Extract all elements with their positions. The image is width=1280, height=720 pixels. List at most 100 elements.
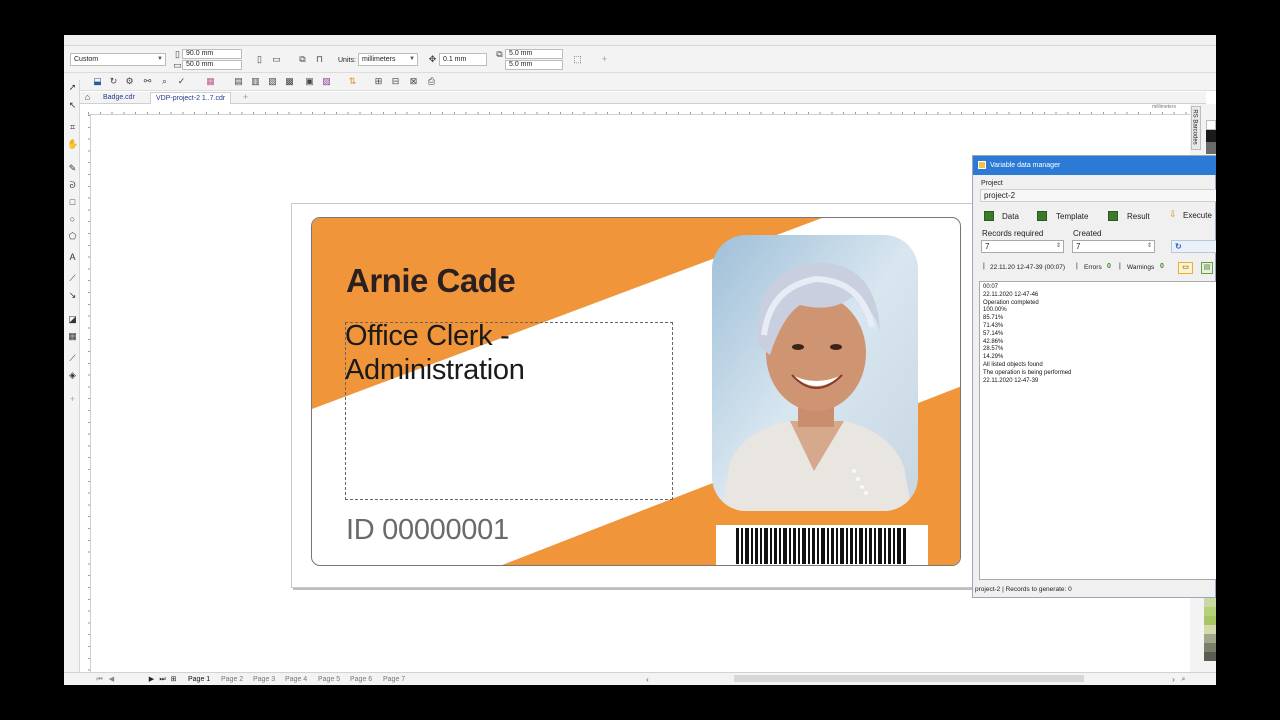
vdp-sort-icon[interactable]: ⇅ — [347, 76, 358, 87]
dialog-title-bar[interactable]: Variable data manager — [973, 156, 1216, 175]
vdp-matrix-icon[interactable]: ▩ — [284, 76, 295, 87]
home-icon[interactable]: ⌂ — [82, 92, 93, 103]
current-page-icon[interactable]: ⊓ — [314, 54, 325, 65]
badge-name[interactable]: Arnie Cade — [346, 262, 516, 300]
dimension-tool-icon[interactable]: ⟋ — [67, 273, 78, 284]
doc-tab-vdp-project[interactable]: VDP-project-2 1..7.cdr — [150, 92, 232, 104]
tab-result[interactable]: Result — [1127, 212, 1150, 221]
badge-card[interactable]: Arnie Cade Office Clerk - Administration… — [311, 217, 961, 566]
pan-tool-icon[interactable]: ✋ — [67, 139, 78, 150]
operation-log[interactable]: 00:07 22.11.2020 12-47-46 Operation comp… — [979, 281, 1216, 580]
prev-page-icon[interactable]: ◀ — [106, 674, 117, 685]
page-size-select[interactable]: Custom ▼ — [70, 53, 166, 66]
vdp-table-icon[interactable]: ▥ — [250, 76, 261, 87]
next-page-icon[interactable]: ▶ — [146, 674, 157, 685]
palette-swatch[interactable] — [1206, 142, 1216, 154]
first-page-icon[interactable]: ⏮ — [94, 674, 105, 685]
project-field[interactable]: project-2 — [980, 189, 1216, 202]
crop-tool-icon[interactable]: ⌗ — [67, 122, 78, 133]
vdp-export-icon[interactable]: ⊠ — [408, 76, 419, 87]
polygon-tool-icon[interactable]: ⬠ — [67, 231, 78, 242]
page-width-field[interactable]: 90.0 mm — [182, 49, 242, 59]
open-folder-icon[interactable]: ▭ — [1178, 262, 1193, 274]
rs-barcodes-tab[interactable]: RS Barcodes — [1191, 106, 1201, 150]
add-page-icon[interactable]: ⊞ — [168, 674, 179, 685]
vdp-page-icon[interactable]: ⊞ — [373, 76, 384, 87]
horizontal-scrollbar[interactable] — [734, 675, 1084, 682]
fill-tool-icon[interactable]: ◈ — [67, 370, 78, 381]
palette-swatch[interactable] — [1204, 652, 1216, 661]
vdp-settings-icon[interactable]: ⚙ — [124, 76, 135, 87]
vdp-image-icon[interactable]: ▣ — [304, 76, 315, 87]
palette-swatch[interactable] — [1204, 598, 1216, 607]
palette-swatch[interactable] — [1206, 120, 1216, 130]
eyedropper-tool-icon[interactable]: ⟋ — [67, 353, 78, 364]
palette-swatch[interactable] — [1204, 607, 1216, 616]
palette-swatch[interactable] — [1206, 130, 1216, 142]
page-tab-5[interactable]: Page 5 — [318, 674, 340, 685]
units-select[interactable]: millimeters ▼ — [358, 53, 418, 66]
tab-template[interactable]: Template — [1056, 212, 1088, 221]
add-icon[interactable]: + — [599, 54, 610, 65]
vdp-grid-icon[interactable]: ▤ — [233, 76, 244, 87]
spin-icon[interactable]: ⇕ — [1147, 241, 1152, 252]
page-tab-6[interactable]: Page 6 — [350, 674, 372, 685]
page-tab-3[interactable]: Page 3 — [253, 674, 275, 685]
tab-data[interactable]: Data — [1002, 212, 1019, 221]
vdp-link-icon[interactable]: ⚯ — [142, 76, 153, 87]
duplicate-x-field[interactable]: 5.0 mm — [505, 49, 563, 59]
last-page-icon[interactable]: ⏭ — [157, 674, 168, 685]
doc-tab-badge[interactable]: Badge.cdr — [98, 92, 140, 104]
color-palette-bottom[interactable] — [1204, 598, 1216, 668]
shadow-tool-icon[interactable]: ◪ — [67, 314, 78, 325]
badge-role-line1[interactable]: Office Clerk - — [345, 320, 510, 353]
page-height-field[interactable]: 50.0 mm — [182, 60, 242, 70]
vdp-print-icon[interactable]: ⎙ — [426, 76, 437, 87]
rectangle-tool-icon[interactable]: □ — [67, 197, 78, 208]
records-required-field[interactable]: 7 ⇕ — [981, 240, 1064, 253]
treat-as-filled-icon[interactable]: ⬚ — [572, 54, 583, 65]
scroll-left-icon[interactable]: ‹ — [642, 674, 653, 685]
palette-swatch[interactable] — [1204, 616, 1216, 625]
badge-photo[interactable] — [712, 235, 918, 511]
palette-swatch[interactable] — [1204, 634, 1216, 643]
new-tab-icon[interactable]: + — [240, 92, 251, 103]
connector-tool-icon[interactable]: ↘ — [67, 290, 78, 301]
refresh-button[interactable]: ↻ — [1171, 240, 1216, 253]
vdp-search-icon[interactable]: ⌕ — [159, 76, 170, 87]
page-tab-2[interactable]: Page 2 — [221, 674, 243, 685]
all-pages-icon[interactable]: ⧉ — [297, 54, 308, 65]
freehand-tool-icon[interactable]: ✎ — [67, 163, 78, 174]
created-field[interactable]: 7 ⇕ — [1072, 240, 1155, 253]
vdp-pages-icon[interactable]: ⊟ — [390, 76, 401, 87]
barcode-area[interactable] — [716, 525, 928, 565]
nudge-distance-field[interactable]: 0.1 mm — [439, 53, 487, 66]
zoom-icon[interactable]: ⌕ — [1178, 674, 1189, 685]
spin-icon[interactable]: ⇕ — [1056, 241, 1061, 252]
vdp-layout-icon[interactable]: ▧ — [267, 76, 278, 87]
vdp-chart-icon[interactable]: ▦ — [205, 76, 216, 87]
vdp-refresh-icon[interactable]: ↻ — [108, 76, 119, 87]
vdp-photo-icon[interactable]: ▨ — [321, 76, 332, 87]
page-tab-4[interactable]: Page 4 — [285, 674, 307, 685]
vdp-open-icon[interactable]: ⬓ — [92, 76, 103, 87]
pick-tool-icon[interactable]: ➚ — [67, 82, 78, 93]
transparency-tool-icon[interactable]: ▦ — [67, 331, 78, 342]
badge-role-line2[interactable]: Administration — [345, 354, 525, 387]
ellipse-tool-icon[interactable]: ○ — [67, 214, 78, 225]
landscape-icon[interactable]: ▭ — [271, 54, 282, 65]
horizontal-ruler[interactable]: millimeters — [88, 104, 1206, 115]
duplicate-y-field[interactable]: 5.0 mm — [505, 60, 563, 70]
portrait-icon[interactable]: ▯ — [254, 54, 265, 65]
badge-id[interactable]: ID 00000001 — [346, 514, 509, 547]
palette-swatch[interactable] — [1204, 625, 1216, 634]
check-icon[interactable]: ✓ — [176, 76, 187, 87]
text-tool-icon[interactable]: A — [67, 252, 78, 263]
shape-tool-icon[interactable]: ↖ — [67, 100, 78, 111]
add-tool-icon[interactable]: + — [67, 394, 78, 405]
artistic-media-icon[interactable]: ᘐ — [67, 180, 78, 191]
page-tab-1[interactable]: Page 1 — [188, 674, 210, 685]
palette-swatch[interactable] — [1204, 643, 1216, 652]
export-log-icon[interactable]: ▤ — [1201, 262, 1213, 274]
vertical-ruler[interactable] — [80, 115, 91, 673]
